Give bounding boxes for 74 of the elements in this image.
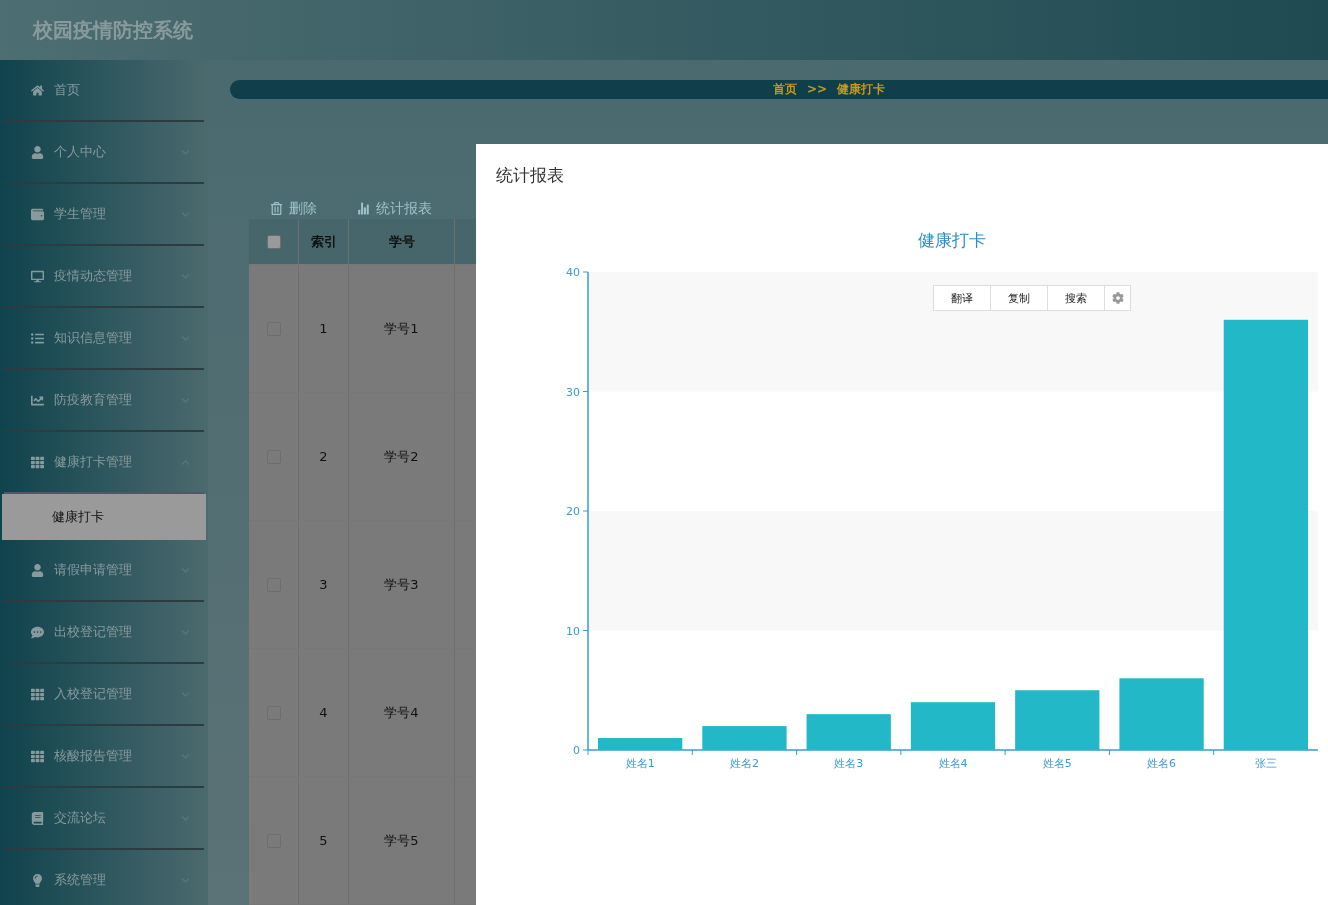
axis-tick-label: 姓名3: [834, 757, 864, 770]
sidebar-item[interactable]: 学生管理: [4, 184, 204, 246]
table-cell: 5: [299, 777, 349, 904]
breadcrumb-item: >>: [806, 82, 828, 97]
checkbox[interactable]: [266, 234, 281, 249]
sidebar-item[interactable]: 入校登记管理: [4, 664, 204, 726]
table-cell: 4: [299, 649, 349, 776]
chevron-icon: [181, 271, 190, 281]
sidebar-item[interactable]: 疫情动态管理: [4, 246, 204, 308]
sidebar-item[interactable]: 系统管理: [4, 850, 204, 905]
axis-tick-label: 姓名4: [938, 757, 968, 770]
table-cell: 3: [299, 521, 349, 648]
table-cell: 学号4: [349, 649, 455, 776]
chevron-icon: [181, 147, 190, 157]
sidebar-item[interactable]: 个人中心: [4, 122, 204, 184]
sidebar-item[interactable]: 出校登记管理: [4, 602, 204, 664]
sidebar-subitem[interactable]: 健康打卡: [2, 494, 206, 540]
trash-icon: [270, 202, 283, 216]
axis-tick-label: 20: [566, 505, 580, 518]
axis-tick-label: 姓名2: [729, 757, 759, 770]
wallet-icon: [31, 207, 44, 221]
axis-tick-label: 10: [566, 624, 580, 638]
chat-icon: [31, 625, 44, 639]
breadcrumb-item[interactable]: 首页: [772, 80, 797, 98]
grid-icon: [31, 455, 44, 469]
chevron-icon: [181, 689, 190, 699]
sidebar-item[interactable]: 首页: [4, 60, 204, 122]
sidebar-item[interactable]: 知识信息管理: [4, 308, 204, 370]
chart-icon: [31, 393, 44, 407]
axis-tick-label: 姓名5: [1042, 757, 1072, 770]
grid-icon: [31, 749, 44, 763]
axis-tick-label: 40: [566, 266, 580, 279]
grid-icon: [31, 687, 44, 701]
table-cell: 学号1: [349, 265, 455, 392]
user-icon: [31, 145, 44, 159]
monitor-icon: [31, 269, 44, 283]
chevron-icon: [181, 565, 190, 575]
column-header: 学号: [349, 219, 455, 264]
table-cell: 学号5: [349, 777, 455, 904]
settings-icon: [1111, 292, 1124, 304]
chevron-icon: [181, 627, 190, 637]
chevron-icon: [181, 209, 190, 219]
user-icon: [31, 563, 44, 577]
chevron-icon: [181, 813, 190, 823]
bar-chart-icon: [357, 202, 370, 216]
sidebar-item[interactable]: 请假申请管理: [4, 540, 204, 602]
table-cell: 学号3: [349, 521, 455, 648]
sidebar-item[interactable]: 交流论坛: [4, 788, 204, 850]
table-cell: 1: [299, 265, 349, 392]
axis-tick-label: 姓名1: [625, 757, 655, 770]
dialog-title: 统计报表: [495, 164, 565, 187]
chevron-icon: [181, 875, 190, 885]
chevron-icon: [181, 333, 190, 343]
home-icon: [31, 83, 44, 97]
chart-title: 健康打卡: [917, 229, 987, 252]
table-cell: 学号2: [349, 393, 455, 520]
book-icon: [31, 811, 44, 825]
axis-tick-label: 张三: [1254, 757, 1277, 770]
toolbar-button[interactable]: 统计报表: [357, 198, 432, 219]
axis-tick-label: 30: [566, 385, 580, 399]
chevron-icon: [181, 457, 190, 467]
app-title: 校园疫情防控系统: [33, 16, 193, 44]
axis-tick-label: 0: [573, 744, 580, 757]
sidebar-item[interactable]: 防疫教育管理: [4, 370, 204, 432]
bulb-icon: [31, 873, 44, 887]
list-icon: [31, 331, 44, 345]
toolbar-button[interactable]: 删除: [270, 198, 317, 219]
axis-tick-label: 姓名6: [1147, 757, 1177, 770]
column-header: 索引: [299, 219, 349, 264]
breadcrumb-item[interactable]: 健康打卡: [837, 80, 886, 98]
chevron-icon: [181, 395, 190, 405]
sidebar-item[interactable]: 核酸报告管理: [4, 726, 204, 788]
chevron-icon: [181, 751, 190, 761]
table-cell: 2: [299, 393, 349, 520]
